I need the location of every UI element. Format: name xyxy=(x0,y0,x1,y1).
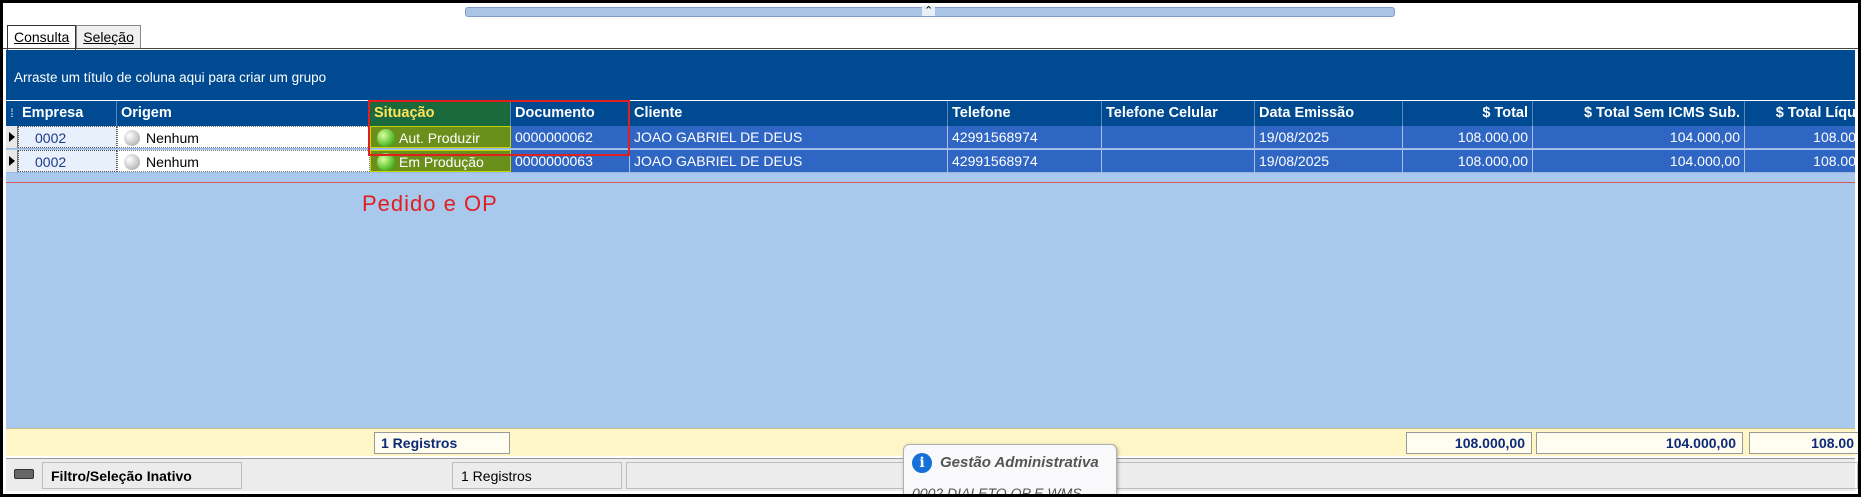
cell-total-sem-icms[interactable]: 104.000,00 xyxy=(1533,126,1745,148)
grid-divider xyxy=(6,182,1855,183)
cell-origem[interactable]: Nenhum xyxy=(117,126,370,148)
tooltip-title: Gestão Administrativa xyxy=(940,454,1099,471)
column-header-empresa[interactable]: Empresa xyxy=(18,101,117,126)
filter-status[interactable]: Filtro/Seleção Inativo xyxy=(42,462,242,489)
chevron-up-icon[interactable]: ⌃ xyxy=(922,6,936,17)
tab-selecao[interactable]: Seleção xyxy=(76,25,141,49)
table-row[interactable]: 0002 Nenhum Aut. Produzir 0000000062 JOA… xyxy=(6,126,1856,149)
cell-cliente[interactable]: JOAO GABRIEL DE DEUS xyxy=(630,126,948,148)
keyboard-icon xyxy=(14,469,34,479)
cell-total-liquido[interactable]: 108.00 xyxy=(1745,126,1858,148)
cell-telefone[interactable]: 42991568974 xyxy=(948,126,1102,148)
cell-telefone-celular[interactable] xyxy=(1102,126,1255,148)
column-header-total-liquido[interactable]: $ Total Líqu xyxy=(1745,101,1858,126)
cell-total-liquido[interactable]: 108.00 xyxy=(1745,150,1858,172)
row-indicator-icon[interactable] xyxy=(6,126,18,148)
grid-header: ⁞ Empresa Origem Situação Documento Clie… xyxy=(6,101,1856,126)
info-icon: i xyxy=(912,453,932,473)
cell-origem[interactable]: Nenhum xyxy=(117,150,370,172)
summary-registros: 1 Registros xyxy=(374,432,510,454)
group-by-panel[interactable]: Arraste um título de coluna aqui para cr… xyxy=(6,50,1855,100)
row-indicator-icon[interactable] xyxy=(6,150,18,172)
tab-consulta[interactable]: Consulta xyxy=(7,25,77,50)
tab-bar: Consulta Seleção xyxy=(7,25,141,50)
cell-empresa[interactable]: 0002 xyxy=(18,126,117,148)
status-neutral-icon xyxy=(124,130,140,146)
cell-total[interactable]: 108.000,00 xyxy=(1403,150,1533,172)
group-by-hint: Arraste um título de coluna aqui para cr… xyxy=(14,70,327,85)
cell-telefone-celular[interactable] xyxy=(1102,150,1255,172)
summary-total-liquido: 108.00 xyxy=(1749,432,1858,454)
column-header-total-sem-icms[interactable]: $ Total Sem ICMS Sub. xyxy=(1533,101,1745,126)
column-header-data-emissao[interactable]: Data Emissão xyxy=(1255,101,1403,126)
cell-total-sem-icms[interactable]: 104.000,00 xyxy=(1533,150,1745,172)
cell-origem-text: Nenhum xyxy=(146,154,199,170)
column-header-total[interactable]: $ Total xyxy=(1403,101,1533,126)
tab-divider xyxy=(3,48,1858,49)
column-header-origem[interactable]: Origem xyxy=(117,101,370,126)
cell-empresa[interactable]: 0002 xyxy=(18,150,117,172)
cell-origem-text: Nenhum xyxy=(146,130,199,146)
records-status: 1 Registros xyxy=(452,462,622,489)
panel-splitter[interactable]: ⌃ xyxy=(465,6,1395,17)
cell-cliente[interactable]: JOAO GABRIEL DE DEUS xyxy=(630,150,948,172)
column-header-cliente[interactable]: Cliente xyxy=(630,101,948,126)
column-header-telefone-celular[interactable]: Telefone Celular xyxy=(1102,101,1255,126)
annotation-label: Pedido e OP xyxy=(362,191,498,216)
status-empty-panel xyxy=(626,462,1858,489)
cell-total[interactable]: 108.000,00 xyxy=(1403,126,1533,148)
status-neutral-icon xyxy=(124,154,140,170)
annotation-highlight-box xyxy=(368,100,630,156)
column-chooser-icon[interactable]: ⁞ xyxy=(6,101,18,126)
app-window: ⌃ Consulta Seleção Arraste um título de … xyxy=(0,0,1861,497)
tooltip-body: 0002 DIALETO OP E WMS xyxy=(912,485,1082,497)
table-row[interactable]: 0002 Nenhum Em Produção 0000000063 JOAO … xyxy=(6,150,1856,173)
info-tooltip: i Gestão Administrativa 0002 DIALETO OP … xyxy=(903,444,1117,497)
summary-total-sem-icms: 104.000,00 xyxy=(1536,432,1743,454)
cell-situacao-text: Em Produção xyxy=(399,154,484,170)
data-grid: ⁞ Empresa Origem Situação Documento Clie… xyxy=(6,101,1856,456)
cell-data-emissao[interactable]: 19/08/2025 xyxy=(1255,150,1403,172)
cell-data-emissao[interactable]: 19/08/2025 xyxy=(1255,126,1403,148)
column-header-telefone[interactable]: Telefone xyxy=(948,101,1102,126)
cell-telefone[interactable]: 42991568974 xyxy=(948,150,1102,172)
summary-total: 108.000,00 xyxy=(1406,432,1532,454)
